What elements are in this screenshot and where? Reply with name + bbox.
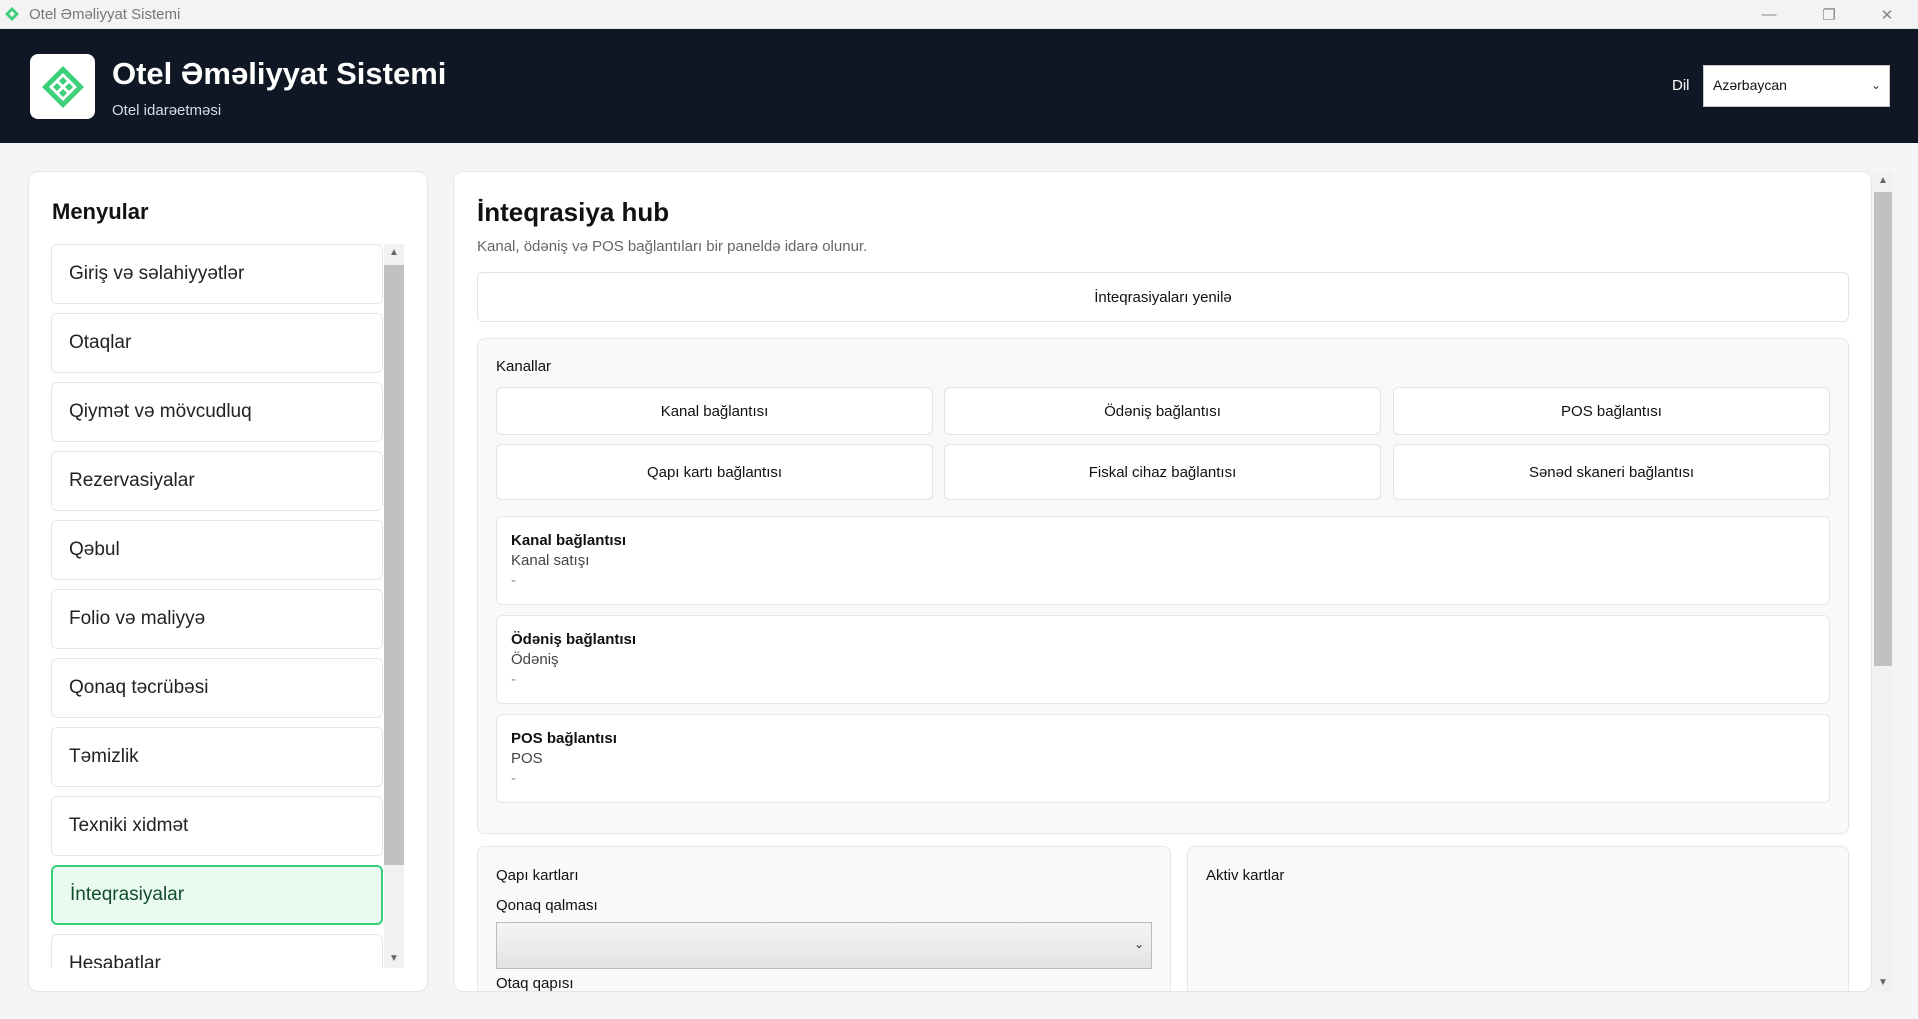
sidebar-item-maintenance[interactable]: Texniki xidmət xyxy=(51,796,383,856)
app-logo xyxy=(30,54,95,119)
sidebar-item-folio[interactable]: Folio və maliyyə xyxy=(51,589,383,649)
sidebar-item-guest-experience[interactable]: Qonaq təcrübəsi xyxy=(51,658,383,718)
app-title: Otel Əməliyyat Sistemi xyxy=(112,56,447,91)
restore-button[interactable]: ❐ xyxy=(1806,0,1852,29)
main-scrollbar[interactable]: ▲ ▼ xyxy=(1873,172,1893,992)
sidebar-item-label: Otaqlar xyxy=(69,332,132,353)
language-select[interactable]: Azərbaycan ⌄ xyxy=(1703,65,1890,107)
payment-connection-button[interactable]: Ödəniş bağlantısı xyxy=(944,387,1381,435)
sidebar-item-label: Qonaq təcrübəsi xyxy=(69,677,209,698)
sidebar-item-housekeeping[interactable]: Təmizlik xyxy=(51,727,383,787)
connection-card[interactable]: Kanal bağlantısı Kanal satışı - xyxy=(496,516,1830,605)
sidebar-item-front-desk[interactable]: Qəbul xyxy=(51,520,383,580)
minimize-button[interactable]: — xyxy=(1746,0,1792,29)
language-value: Azərbaycan xyxy=(1713,77,1787,93)
connection-status: - xyxy=(511,572,516,589)
scroll-up-arrow-icon[interactable]: ▲ xyxy=(384,244,404,262)
connection-type: Ödəniş xyxy=(511,651,559,668)
window-titlebar: Otel Əməliyyat Sistemi — ❐ ✕ xyxy=(0,0,1918,29)
sidebar-item-reports[interactable]: Hesabatlar xyxy=(51,934,383,968)
sidebar-item-label: Hesabatlar xyxy=(69,953,161,968)
channels-title: Kanallar xyxy=(496,358,552,375)
connection-status: - xyxy=(511,770,516,787)
sidebar-item-label: Təmizlik xyxy=(69,746,139,767)
refresh-integrations-button[interactable]: İnteqrasiyaları yenilə xyxy=(477,272,1849,322)
room-door-label: Otaq qapısı xyxy=(496,975,574,992)
connection-name: Ödəniş bağlantısı xyxy=(511,631,637,648)
channels-section: Kanallar Kanal bağlantısı Ödəniş bağlant… xyxy=(477,338,1849,834)
app-header: Otel Əməliyyat Sistemi Otel idarəetməsi … xyxy=(0,29,1918,143)
connection-card[interactable]: Ödəniş bağlantısı Ödəniş - xyxy=(496,615,1830,704)
guest-stay-label: Qonaq qalması xyxy=(496,897,598,914)
connection-name: Kanal bağlantısı xyxy=(511,532,627,549)
close-button[interactable]: ✕ xyxy=(1864,0,1910,29)
sidebar-item-label: Rezervasiyalar xyxy=(69,470,195,491)
guest-stay-select[interactable]: ⌄ xyxy=(496,922,1152,969)
sidebar-item-reservations[interactable]: Rezervasiyalar xyxy=(51,451,383,511)
connection-type: POS xyxy=(511,750,543,767)
chevron-down-icon: ⌄ xyxy=(1870,78,1881,92)
sidebar-item-rooms[interactable]: Otaqlar xyxy=(51,313,383,373)
scrollbar-thumb[interactable] xyxy=(384,265,404,865)
sidebar-item-login[interactable]: Giriş və səlahiyyətlər xyxy=(51,244,383,304)
sidebar-item-label: Qəbul xyxy=(69,539,120,560)
pos-connection-button[interactable]: POS bağlantısı xyxy=(1393,387,1830,435)
scroll-up-arrow-icon[interactable]: ▲ xyxy=(1873,172,1893,190)
page-description: Kanal, ödəniş və POS bağlantıları bir pa… xyxy=(477,238,868,255)
door-cards-section: Qapı kartları Qonaq qalması ⌄ Otaq qapıs… xyxy=(477,846,1171,992)
sidebar-item-rates[interactable]: Qiymət və mövcudluq xyxy=(51,382,383,442)
connection-name: POS bağlantısı xyxy=(511,730,617,747)
sidebar-item-label: Giriş və səlahiyyətlər xyxy=(69,263,245,284)
sidebar-item-label: Qiymət və mövcudluq xyxy=(69,401,252,422)
sidebar-item-label: İnteqrasiyalar xyxy=(70,884,185,905)
page-title: İnteqrasiya hub xyxy=(477,197,670,227)
document-scanner-connection-button[interactable]: Sənəd skaneri bağlantısı xyxy=(1393,444,1830,500)
door-card-connection-button[interactable]: Qapı kartı bağlantısı xyxy=(496,444,933,500)
sidebar-title: Menyular xyxy=(52,199,149,224)
door-cards-title: Qapı kartları xyxy=(496,867,579,884)
chevron-down-icon: ⌄ xyxy=(1133,937,1144,951)
sidebar-scrollbar[interactable]: ▲ ▼ xyxy=(384,244,404,968)
logo-icon xyxy=(41,65,84,108)
menu-list: Giriş və səlahiyyətlər Otaqlar Qiymət və… xyxy=(51,244,383,968)
sidebar-item-label: Folio və maliyyə xyxy=(69,608,206,629)
language-label: Dil xyxy=(1672,77,1690,94)
sidebar-item-label: Texniki xidmət xyxy=(69,815,189,836)
connection-card[interactable]: POS bağlantısı POS - xyxy=(496,714,1830,803)
integration-hub-panel: İnteqrasiya hub Kanal, ödəniş və POS bağ… xyxy=(453,171,1872,992)
sidebar: Menyular Giriş və səlahiyyətlər Otaqlar … xyxy=(28,171,428,992)
app-subtitle: Otel idarəetməsi xyxy=(112,102,222,119)
scroll-down-arrow-icon[interactable]: ▼ xyxy=(1873,974,1893,992)
fiscal-device-connection-button[interactable]: Fiskal cihaz bağlantısı xyxy=(944,444,1381,500)
sidebar-item-integrations[interactable]: İnteqrasiyalar xyxy=(51,865,383,925)
connection-type: Kanal satışı xyxy=(511,552,590,569)
active-cards-title: Aktiv kartlar xyxy=(1206,867,1285,884)
active-cards-section: Aktiv kartlar xyxy=(1187,846,1849,991)
channel-connection-button[interactable]: Kanal bağlantısı xyxy=(496,387,933,435)
app-icon xyxy=(5,7,19,21)
connection-status: - xyxy=(511,671,516,688)
window-title: Otel Əməliyyat Sistemi xyxy=(29,6,181,23)
scrollbar-thumb[interactable] xyxy=(1874,192,1892,666)
scroll-down-arrow-icon[interactable]: ▼ xyxy=(384,950,404,968)
